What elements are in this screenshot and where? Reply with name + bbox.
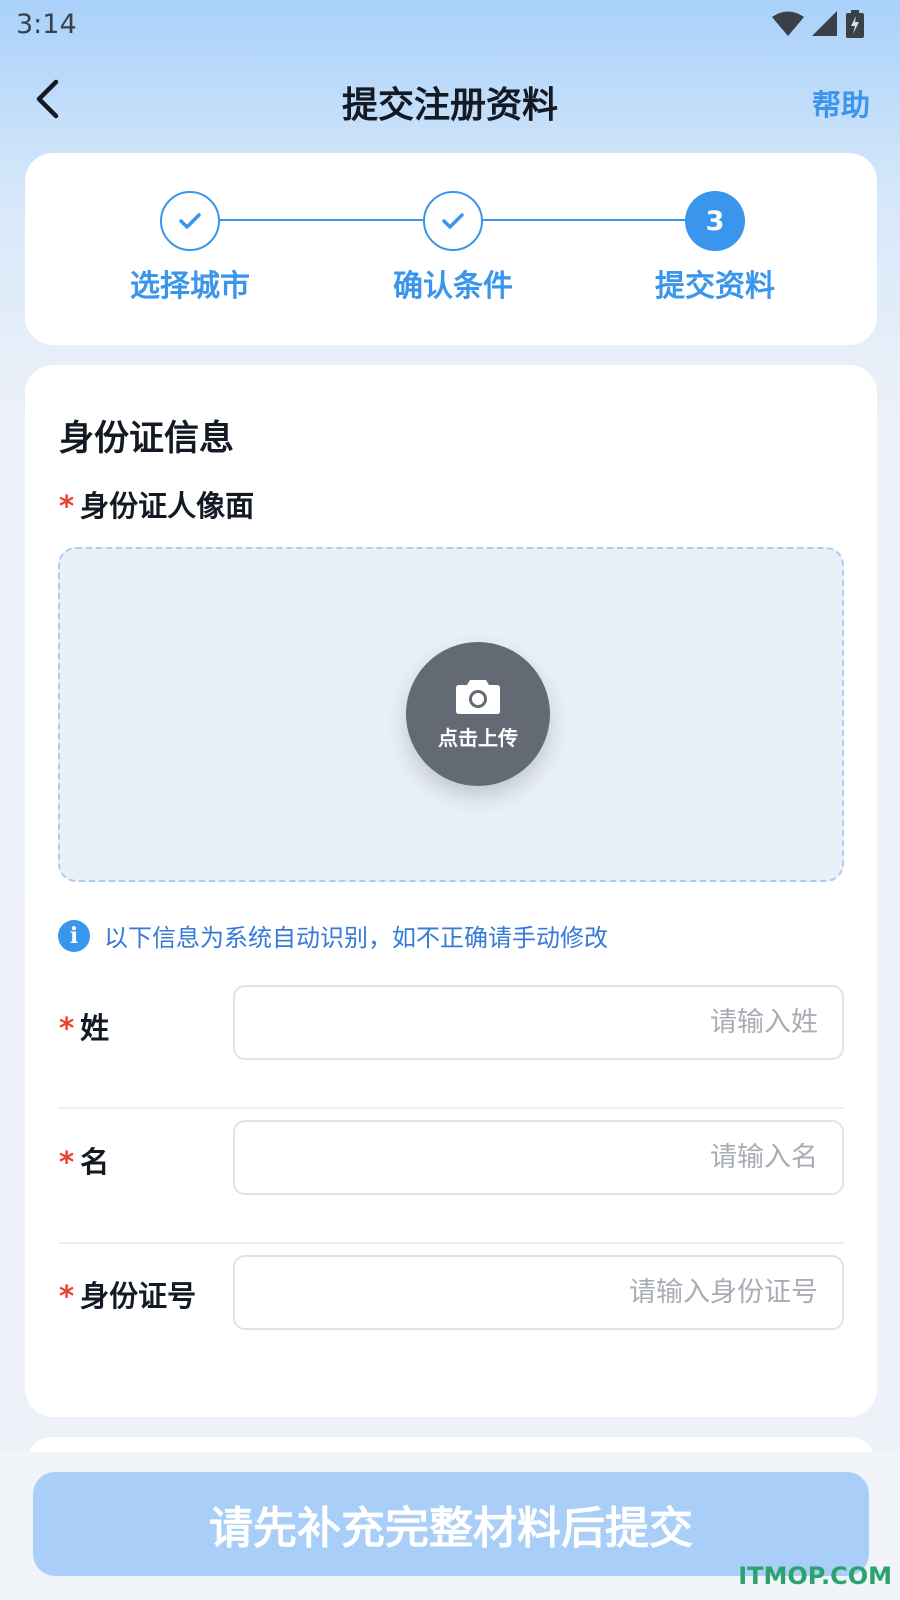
bottom-action-bar: 请先补充完整材料后提交 ITMOP.COM xyxy=(0,1452,900,1600)
given-name-label-text: 名 xyxy=(80,1145,110,1179)
step-connector xyxy=(215,219,448,221)
surname-label-text: 姓 xyxy=(80,1011,110,1045)
id-number-label-text: 身份证号 xyxy=(80,1279,197,1313)
step-label-submit-materials: 提交资料 xyxy=(655,269,775,304)
step-2-indicator xyxy=(423,191,483,251)
id-info-card: 身份证信息 * 身份证人像面 点击上传 i 以下信息为系统自动识别，如不正确请手动… xyxy=(25,365,877,1417)
battery-charging-icon xyxy=(846,10,864,38)
divider xyxy=(58,1107,844,1109)
upload-label: 点击上传 xyxy=(438,725,518,750)
surname-label: * 姓 xyxy=(59,1005,109,1047)
watermark: ITMOP.COM xyxy=(738,1562,892,1590)
step-label-select-city: 选择城市 xyxy=(130,269,250,304)
cellular-signal-icon xyxy=(812,11,837,36)
required-mark: * xyxy=(59,489,75,523)
status-icons xyxy=(772,10,864,38)
step-connector xyxy=(478,219,710,221)
step-3-indicator: 3 xyxy=(685,191,745,251)
id-number-input[interactable] xyxy=(233,1255,844,1330)
notice-text: 以下信息为系统自动识别，如不正确请手动修改 xyxy=(104,924,608,952)
wifi-icon xyxy=(772,11,804,36)
section-title: 身份证信息 xyxy=(59,419,235,459)
divider xyxy=(58,1242,844,1244)
given-name-input[interactable] xyxy=(233,1120,844,1195)
id-front-upload-area[interactable]: 点击上传 xyxy=(58,547,844,882)
progress-steps-card: 3 选择城市 确认条件 提交资料 xyxy=(25,153,877,345)
status-time: 3:14 xyxy=(16,9,77,40)
check-icon xyxy=(442,213,464,229)
given-name-label: * 名 xyxy=(59,1139,109,1181)
upload-button[interactable]: 点击上传 xyxy=(406,642,550,786)
submit-button[interactable]: 请先补充完整材料后提交 xyxy=(33,1472,869,1576)
status-bar: 3:14 xyxy=(0,0,900,52)
required-mark: * xyxy=(59,1011,75,1045)
info-icon: i xyxy=(58,919,90,952)
help-link[interactable]: 帮助 xyxy=(812,82,870,124)
required-mark: * xyxy=(59,1279,75,1313)
auto-recognition-notice: i 以下信息为系统自动识别，如不正确请手动修改 xyxy=(58,918,608,953)
check-icon xyxy=(179,213,201,229)
page-title: 提交注册资料 xyxy=(341,85,558,126)
step-1-indicator xyxy=(160,191,220,251)
id-number-label: * 身份证号 xyxy=(59,1273,196,1315)
step-label-confirm-conditions: 确认条件 xyxy=(393,269,513,304)
required-mark: * xyxy=(59,1145,75,1179)
id-front-label-text: 身份证人像面 xyxy=(80,489,255,523)
id-front-label: * 身份证人像面 xyxy=(59,483,254,525)
surname-input[interactable] xyxy=(233,985,844,1060)
camera-icon xyxy=(456,679,500,714)
nav-bar: 提交注册资料 帮助 xyxy=(0,62,900,140)
